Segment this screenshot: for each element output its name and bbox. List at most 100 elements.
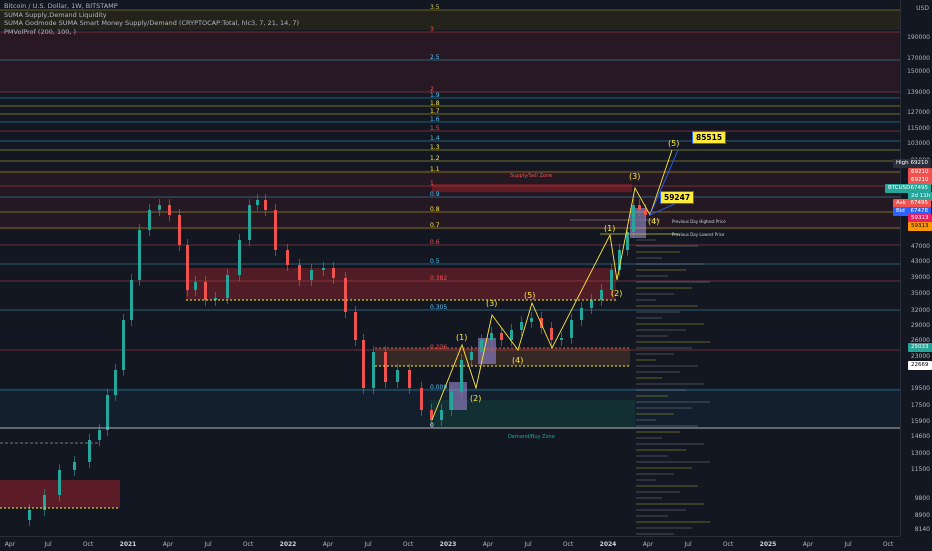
fib-level-label: 1.5 bbox=[430, 125, 440, 132]
indicator-label[interactable]: SUMA Supply,Demand Liquidity bbox=[4, 11, 299, 20]
time-axis-label: 2023 bbox=[439, 541, 457, 548]
time-axis-label: Jul bbox=[524, 541, 532, 548]
fib-band-red bbox=[0, 170, 900, 230]
time-axis-label: Apr bbox=[802, 541, 814, 548]
fib-level-label: 1.6 bbox=[430, 116, 440, 123]
supply-zone bbox=[186, 268, 616, 300]
wave-label: (4) bbox=[512, 356, 523, 365]
supply-zone-label: Supply/Sell Zone bbox=[510, 173, 552, 179]
price-axis-label: 103000 bbox=[907, 140, 930, 147]
time-axis-label: 2025 bbox=[759, 541, 777, 548]
price-axis-label: 190000 bbox=[907, 34, 930, 41]
price-tag: 59313 bbox=[908, 222, 932, 231]
price-axis[interactable]: USD 190000 170000 150000 139000 127000 115000… bbox=[900, 0, 932, 536]
fib-level-label: 0.382 bbox=[430, 275, 447, 282]
price-axis-label: 43000 bbox=[910, 258, 930, 265]
time-axis-label: Oct bbox=[722, 541, 734, 548]
fib-level-label: 3.5 bbox=[430, 4, 440, 11]
symbol-title[interactable]: Bitcoin / U.S. Dollar, 1W, BITSTAMP bbox=[4, 2, 299, 11]
supply-zone-top bbox=[432, 184, 632, 192]
time-axis-label: 2024 bbox=[599, 541, 617, 548]
chart-legend: Bitcoin / U.S. Dollar, 1W, BITSTAMP SUMA… bbox=[4, 2, 299, 36]
volume-profile bbox=[636, 239, 710, 535]
price-axis-label: 127000 bbox=[907, 109, 930, 116]
wave-label: (1) bbox=[604, 224, 615, 233]
time-axis-label: Oct bbox=[882, 541, 894, 548]
target-callout[interactable]: 59247 bbox=[660, 191, 695, 204]
price-axis-label: 39000 bbox=[910, 274, 930, 281]
price-axis-label: 29000 bbox=[910, 322, 930, 329]
fib-level-label: 0.5 bbox=[430, 258, 440, 265]
fib-level-label: 0.7 bbox=[430, 222, 440, 229]
price-axis-label: 150000 bbox=[907, 68, 930, 75]
fib-level-label: 0.305 bbox=[430, 304, 447, 311]
price-axis-label: 115000 bbox=[907, 125, 930, 132]
bid-label: Bid bbox=[896, 208, 905, 214]
wave-label: (5) bbox=[524, 291, 535, 300]
price-axis-label: 170000 bbox=[907, 55, 930, 62]
time-axis-label: Jul bbox=[364, 541, 372, 548]
wave-label: (2) bbox=[611, 289, 622, 298]
demand-zone-label: Demand/Buy Zone bbox=[508, 434, 555, 440]
fib-level-label: 0.8 bbox=[430, 206, 440, 213]
price-axis-label: 139000 bbox=[907, 89, 930, 96]
time-axis-label: Jul bbox=[204, 541, 212, 548]
price-axis-label: 19500 bbox=[910, 385, 930, 392]
indicator-label[interactable]: SUMA Godmode SUMA Smart Money Supply/Dem… bbox=[4, 19, 299, 28]
ask-label: Ask bbox=[896, 200, 906, 206]
price-axis-label: 17500 bbox=[910, 402, 930, 409]
price-chart[interactable]: 3.532.521.91.81.71.61.51.41.31.21.110.90… bbox=[0, 0, 900, 536]
time-axis-label: Apr bbox=[642, 541, 654, 548]
wave-label: (4) bbox=[648, 217, 659, 226]
price-axis-label: 13000 bbox=[910, 450, 930, 457]
fib-level-label: 1.8 bbox=[430, 100, 440, 107]
price-axis-label: 9800 bbox=[914, 495, 930, 502]
price-axis-label: 11500 bbox=[910, 466, 930, 473]
price-axis-label: 23000 bbox=[910, 353, 930, 360]
wave-label: (3) bbox=[486, 299, 497, 308]
price-axis-label: 35000 bbox=[910, 290, 930, 297]
time-axis-label: Apr bbox=[4, 541, 16, 548]
target-callout[interactable]: 85515 bbox=[692, 131, 727, 144]
price-axis-label: 47000 bbox=[910, 243, 930, 250]
prev-low-label: Previous Day Lowest Price bbox=[672, 232, 725, 237]
fib-level-label: 0.9 bbox=[430, 191, 440, 198]
time-axis-label: Jul bbox=[44, 541, 52, 548]
time-axis-label: Apr bbox=[482, 541, 494, 548]
fib-level-label: 3 bbox=[430, 26, 434, 33]
price-tag: 25033 bbox=[908, 343, 932, 352]
fib-level-label: 1.1 bbox=[430, 166, 440, 173]
upper-red-band bbox=[0, 32, 900, 92]
time-axis-label: Oct bbox=[242, 541, 254, 548]
fib-level-label: 0.6 bbox=[430, 239, 440, 246]
time-axis-label: Oct bbox=[562, 541, 574, 548]
fib-level-label: 1.4 bbox=[430, 135, 440, 142]
zones bbox=[0, 10, 900, 508]
prev-high-label: Previous Day Highest Price bbox=[672, 219, 726, 224]
indicator-label[interactable]: PMVolProf (200, 100, ) bbox=[4, 28, 299, 37]
time-axis-label: Apr bbox=[322, 541, 334, 548]
time-axis-label: 2022 bbox=[279, 541, 297, 548]
time-axis-label: Oct bbox=[402, 541, 414, 548]
wave-label: (2) bbox=[470, 394, 481, 403]
time-axis-label: Apr bbox=[162, 541, 174, 548]
price-axis-label: 14600 bbox=[910, 433, 930, 440]
price-axis-label: 32000 bbox=[910, 307, 930, 314]
fib-level-label: 1.7 bbox=[430, 108, 440, 115]
fib-level-label: 1.9 bbox=[430, 92, 440, 99]
time-axis[interactable]: Apr Jul Oct 2021 Apr Jul Oct 2022 Apr Jul Oct 2023 A… bbox=[0, 536, 900, 551]
high-label: High bbox=[896, 160, 909, 166]
btcusd-label: BTCUSD bbox=[888, 185, 911, 191]
fib-level-label: 2.5 bbox=[430, 54, 440, 61]
price-axis-label: 8900 bbox=[914, 512, 930, 519]
time-axis-label: 2021 bbox=[119, 541, 137, 548]
high-tag: High 69210 bbox=[893, 159, 931, 168]
chart-area[interactable]: 3.5 3 2.5 2 1.9 1.8 1.7 1.6 1.5 1.4 1.3 1.2 1.1 1 0.9 0… bbox=[0, 0, 900, 536]
high-value: 69210 bbox=[910, 160, 929, 166]
fib-level-label: 1 bbox=[430, 180, 434, 187]
wave-label: (3) bbox=[629, 172, 640, 181]
price-axis-label: 8140 bbox=[914, 526, 930, 533]
time-axis-label: Jul bbox=[844, 541, 852, 548]
fib-level-label: 1.3 bbox=[430, 144, 440, 151]
time-axis-label: Oct bbox=[82, 541, 94, 548]
